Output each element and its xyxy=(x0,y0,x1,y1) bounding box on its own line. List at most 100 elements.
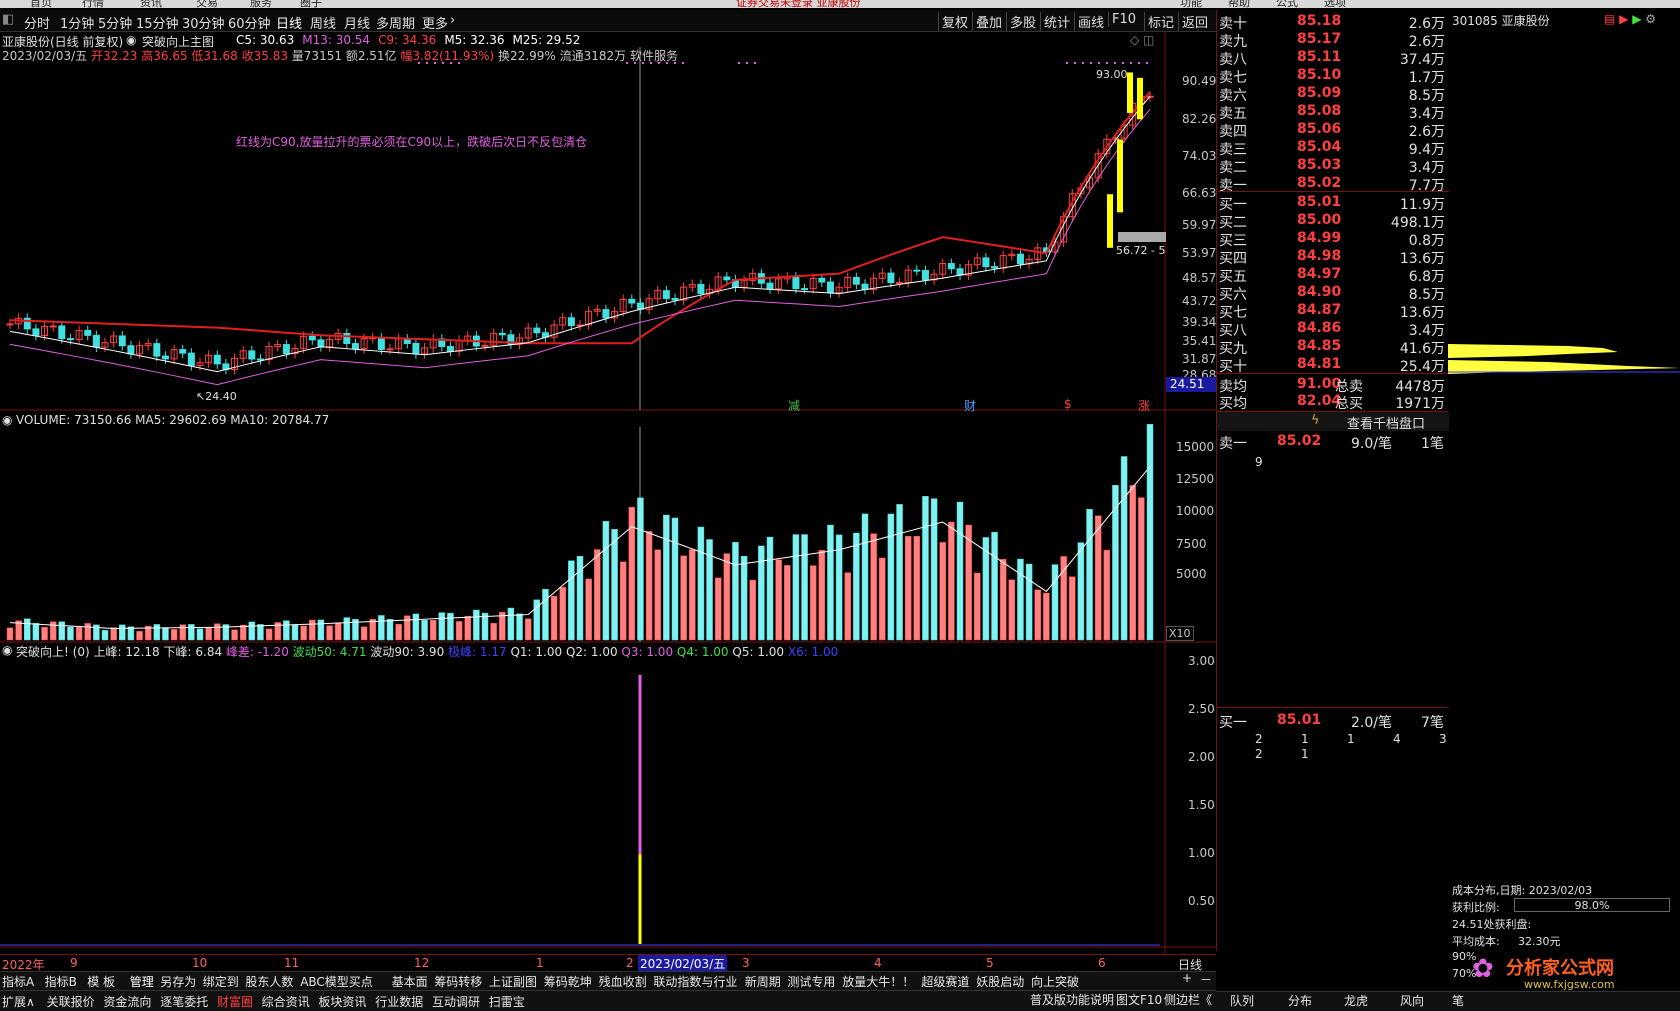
forward-icon[interactable]: ▶ xyxy=(1632,12,1641,26)
bid-row[interactable]: 买十 84.81 25.4万 xyxy=(1217,356,1449,375)
bid-row[interactable]: 买八 84.86 3.4万 xyxy=(1217,320,1449,339)
tab-monthly[interactable]: 月线 xyxy=(344,13,370,32)
bid-row[interactable]: 买四 84.98 13.6万 xyxy=(1217,248,1449,267)
extension-tab[interactable]: 综合资讯 xyxy=(262,993,310,1010)
indicator-tab[interactable]: 指标B xyxy=(45,973,77,990)
ask-row[interactable]: 卖五 85.08 3.4万 xyxy=(1217,103,1449,122)
bid-row[interactable]: 买五 84.97 6.8万 xyxy=(1217,266,1449,285)
button-back[interactable]: 返回 xyxy=(1178,12,1211,31)
indicator-settings-icon[interactable]: ◉ xyxy=(2,643,12,657)
indicator-tab[interactable]: 管理 xyxy=(130,973,154,990)
ask-row[interactable]: 卖七 85.10 1.7万 xyxy=(1217,67,1449,86)
extension-tab[interactable]: 资金流向 xyxy=(103,993,151,1010)
indicator-tab[interactable]: 新周期 xyxy=(745,973,781,990)
extension-tab[interactable]: 逐笔委托 xyxy=(160,993,208,1010)
tab-60min[interactable]: 60分钟 xyxy=(228,13,271,32)
indicator-tab[interactable]: 筹码转移 xyxy=(434,973,482,990)
menu-help[interactable]: 帮助 xyxy=(1228,0,1250,8)
indicator-tab[interactable]: 筹码乾坤 xyxy=(544,973,592,990)
button-adjust[interactable]: 复权 xyxy=(938,12,971,31)
ask-row[interactable]: 卖二 85.03 3.4万 xyxy=(1217,157,1449,176)
bid-row[interactable]: 买七 84.87 13.6万 xyxy=(1217,302,1449,321)
menu-home[interactable]: 首页 xyxy=(30,0,52,8)
ask-row[interactable]: 卖三 85.04 9.4万 xyxy=(1217,139,1449,158)
menu-trade[interactable]: 交易 xyxy=(196,0,218,8)
event-rise-label[interactable]: 涨 xyxy=(1138,397,1150,414)
button-statistics[interactable]: 统计 xyxy=(1040,12,1073,31)
indicator-tab[interactable]: 超级赛道 xyxy=(921,973,969,990)
tab-30min[interactable]: 30分钟 xyxy=(182,13,225,32)
extension-tab[interactable]: 财富圈 xyxy=(217,993,253,1010)
tab-multi-period[interactable]: 多周期 xyxy=(376,13,415,32)
bid-row[interactable]: 买二 85.00 498.1万 xyxy=(1217,212,1449,231)
extension-tab[interactable]: 扩展∧ xyxy=(2,993,35,1010)
link-sidebar[interactable]: 侧边栏《 xyxy=(1164,991,1212,1008)
indicator-tab[interactable]: 上证副图 xyxy=(489,973,537,990)
indicator-tab[interactable]: 指标A xyxy=(2,973,34,990)
toolbar-toggle-icon[interactable]: ◧ xyxy=(2,12,14,27)
indicator-tab[interactable]: ABC模型买点 xyxy=(300,973,373,990)
menu-options[interactable]: 选项 xyxy=(1324,0,1346,8)
tab-wind[interactable]: 风向 xyxy=(1400,992,1424,1009)
indicator-tab[interactable]: 联动指数与行业 xyxy=(653,973,737,990)
ask-row[interactable]: 卖四 85.06 2.6万 xyxy=(1217,121,1449,140)
tab-5min[interactable]: 5分钟 xyxy=(98,13,132,32)
button-overlay[interactable]: 叠加 xyxy=(972,12,1005,31)
indicator-tab[interactable]: 放量大牛！！ xyxy=(842,973,914,990)
chevron-right-icon[interactable]: › xyxy=(450,13,455,28)
ask-row[interactable]: 卖十 85.18 2.6万 xyxy=(1217,13,1449,32)
menu-circle[interactable]: 圈子 xyxy=(300,0,322,8)
tab-distribution[interactable]: 分布 xyxy=(1288,992,1312,1009)
indicator-tab[interactable]: 妖股启动 xyxy=(976,973,1024,990)
menu-formula[interactable]: 公式 xyxy=(1276,0,1298,8)
button-mark[interactable]: 标记 xyxy=(1144,12,1177,31)
extension-tab[interactable]: 扫雷宝 xyxy=(489,993,525,1010)
indicator-tab[interactable]: 基本面 xyxy=(392,973,428,990)
volume-settings-icon[interactable]: ◉ xyxy=(2,413,12,427)
menu-news[interactable]: 资讯 xyxy=(140,0,162,8)
link-f10[interactable]: 图文F10 xyxy=(1116,991,1162,1008)
extension-tab[interactable]: 板块资讯 xyxy=(318,993,366,1010)
event-dividend-label[interactable]: $ xyxy=(1064,397,1072,411)
indicator-tab[interactable]: 股东人数 xyxy=(245,973,293,990)
play-icon[interactable]: ▶ xyxy=(1619,12,1628,26)
ask-row[interactable]: 卖九 85.17 2.6万 xyxy=(1217,31,1449,50)
view-1000-button[interactable]: ϟ 查看千档盘口 xyxy=(1217,412,1449,432)
bid-row[interactable]: 买一 85.01 11.9万 xyxy=(1217,194,1449,213)
extension-tab[interactable]: 行业数据 xyxy=(375,993,423,1010)
bid-row[interactable]: 买六 84.90 8.5万 xyxy=(1217,284,1449,303)
tab-weekly[interactable]: 周线 xyxy=(310,13,336,32)
menu-function[interactable]: 功能 xyxy=(1180,0,1202,8)
link-feature-guide[interactable]: 普及版功能说明 xyxy=(1030,991,1114,1008)
bid-row[interactable]: 买九 84.85 41.6万 xyxy=(1217,338,1449,357)
button-draw-line[interactable]: 画线 xyxy=(1074,12,1107,31)
kline-chart[interactable] xyxy=(0,32,1216,954)
ask-row[interactable]: 卖八 85.11 37.4万 xyxy=(1217,49,1449,68)
extension-tab[interactable]: 互动调研 xyxy=(432,993,480,1010)
tab-daily[interactable]: 日线 xyxy=(276,13,302,32)
indicator-tab[interactable]: 测试专用 xyxy=(787,973,835,990)
indicator-tab[interactable]: 绑定到 xyxy=(203,973,239,990)
button-f10[interactable]: F10 xyxy=(1108,12,1139,27)
tab-1min[interactable]: 1分钟 xyxy=(60,13,94,32)
settings-icon[interactable]: ⚙ xyxy=(1645,12,1656,26)
indicator-tab[interactable]: 向上突破 xyxy=(1031,973,1079,990)
button-multi-stock[interactable]: 多股 xyxy=(1006,12,1039,31)
zoom-in-button[interactable]: + xyxy=(1182,971,1192,985)
tab-more[interactable]: 更多 xyxy=(422,13,448,32)
tab-tick[interactable]: 笔 xyxy=(1452,992,1464,1009)
event-reduce-label[interactable]: 减 xyxy=(788,397,800,414)
indicator-tab[interactable]: 模 板 xyxy=(87,973,115,990)
flag-icon[interactable]: ▤ xyxy=(1604,12,1615,26)
zoom-out-button[interactable]: － xyxy=(1200,971,1212,988)
extension-tab[interactable]: 关联报价 xyxy=(47,993,95,1010)
tab-intraday[interactable]: 分时 xyxy=(24,13,50,32)
tab-queue[interactable]: 队列 xyxy=(1230,992,1254,1009)
indicator-name[interactable]: 突破向上! xyxy=(16,645,69,659)
ask-row[interactable]: 卖六 85.09 8.5万 xyxy=(1217,85,1449,104)
tab-15min[interactable]: 15分钟 xyxy=(136,13,179,32)
menu-market[interactable]: 行情 xyxy=(82,0,104,8)
tab-dragon-tiger[interactable]: 龙虎 xyxy=(1344,992,1368,1009)
menu-service[interactable]: 服务 xyxy=(250,0,272,8)
indicator-tab[interactable]: 另存为 xyxy=(160,973,196,990)
